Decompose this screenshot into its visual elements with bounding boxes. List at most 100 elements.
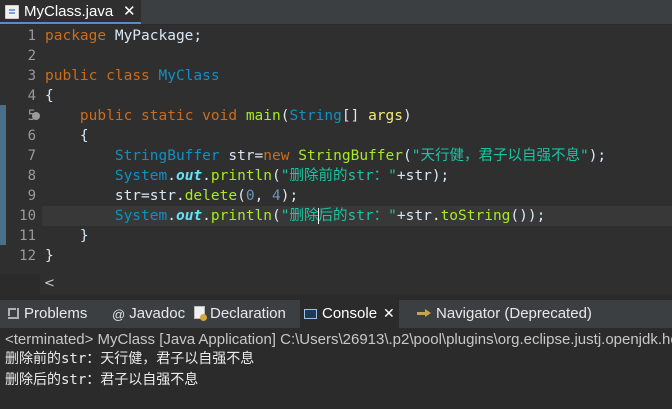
code-token: String [289,108,342,124]
line-number: 3 [27,68,36,84]
code-line[interactable]: } [45,246,672,266]
tab-label: Navigator (Deprecated) [436,305,592,322]
code-token: str [228,148,255,164]
code-token: public [79,108,133,124]
panel-tab-bar: Problems @ Javadoc Declaration Console ✕ Navig… [0,300,672,328]
code-line[interactable]: { [45,86,672,106]
code-line[interactable]: str=str.delete(0, 4); [45,186,672,206]
code-token: ()); [510,208,546,224]
code-token: main [245,108,281,124]
code-token: } [45,248,54,264]
code-line[interactable]: public static void main(String[] args) [45,106,672,126]
code-token: new [263,148,290,164]
tab-label: Console [322,305,378,322]
code-token: ( [402,148,412,164]
scroll-left-icon[interactable]: < [44,274,55,294]
code-token: package [45,28,107,44]
code-area[interactable]: package MyPackage; public class MyClass{ … [42,25,672,274]
tab-label: Javadoc [129,305,186,322]
line-number: 1 [27,28,36,44]
editor-tab-bar: MyClass.java ✕ [0,0,672,25]
code-token: 0 [245,188,255,204]
code-line[interactable]: StringBuffer str=new StringBuffer("天行健，君… [45,146,672,166]
code-token: public [45,68,98,84]
code-token: +str. [396,208,441,224]
code-token: args [368,108,403,124]
code-token: ( [272,168,281,184]
code-token: MyClass [158,68,220,84]
code-token: = [254,148,264,164]
line-number: 6 [27,128,36,144]
code-line[interactable]: System.out.println("删除前的str："+str); [45,166,672,186]
code-token: println [210,208,273,224]
code-token: . [167,208,176,224]
navigator-icon [417,308,431,319]
tab-label: Problems [24,305,88,322]
code-token: . [202,208,211,224]
code-token: MyPackage; [106,28,203,44]
code-token: =str. [141,188,185,204]
code-token: . [167,168,176,184]
code-token: { [45,88,54,104]
code-token: } [45,228,89,244]
code-token: System [114,208,168,224]
javadoc-icon: @ [112,307,126,322]
code-token: ) [403,108,412,124]
code-token: delete [184,188,238,204]
code-token: +str); [396,168,450,184]
tab-label: Declaration [210,305,286,322]
code-token: println [210,168,273,184]
code-token: "删除前的str：" [280,168,397,184]
code-line[interactable]: { [45,126,672,146]
console-icon [304,309,317,319]
console-terminated-label: <terminated> MyClass [Java Application] … [5,331,672,348]
code-token: , [254,188,273,204]
horizontal-scrollbar[interactable]: < [40,274,672,294]
problems-icon [8,308,19,319]
code-editor[interactable]: 123456789101112 package MyPackage;public… [0,25,672,274]
fold-marker-icon[interactable] [32,112,40,120]
code-token: "天行健，君子以自强不息" [411,148,589,164]
line-number: 4 [27,88,36,104]
tab-javadoc[interactable]: @ Javadoc [108,300,189,328]
console-output-line: 删除后的str：君子以自强不息 [5,372,199,388]
tab-declaration[interactable]: Declaration [190,300,290,328]
code-token: ); [588,148,607,164]
editor-tab-myclass[interactable]: MyClass.java ✕ [0,0,141,24]
console-view[interactable]: <terminated> MyClass [Java Application] … [0,328,672,409]
line-number-gutter: 123456789101112 [6,25,40,274]
code-token: ); [280,188,299,204]
line-number: 10 [19,208,36,224]
tab-problems[interactable]: Problems [4,300,91,328]
code-token: str [114,188,142,204]
line-number: 11 [19,228,36,244]
close-icon[interactable]: ✕ [383,306,395,322]
code-token: out [175,208,203,224]
tab-navigator[interactable]: Navigator (Deprecated) [413,300,596,328]
java-file-icon [5,5,19,19]
tab-console[interactable]: Console ✕ [300,300,399,328]
code-token: ( [272,208,281,224]
code-line[interactable]: public class MyClass [45,66,672,86]
code-line[interactable]: } [45,226,672,246]
code-token: class [106,68,150,84]
line-number: 8 [27,168,36,184]
close-icon[interactable]: ✕ [123,2,136,20]
code-line[interactable]: package MyPackage; [45,26,672,46]
code-token: StringBuffer [114,148,220,164]
code-token: . [202,168,211,184]
code-token: out [175,168,203,184]
code-token: 4 [272,188,281,204]
code-token: void [202,108,238,124]
code-token: [] [341,108,369,124]
code-line[interactable] [45,46,672,66]
code-line[interactable]: System.out.println("删除后的str："+str.toStri… [42,206,672,226]
